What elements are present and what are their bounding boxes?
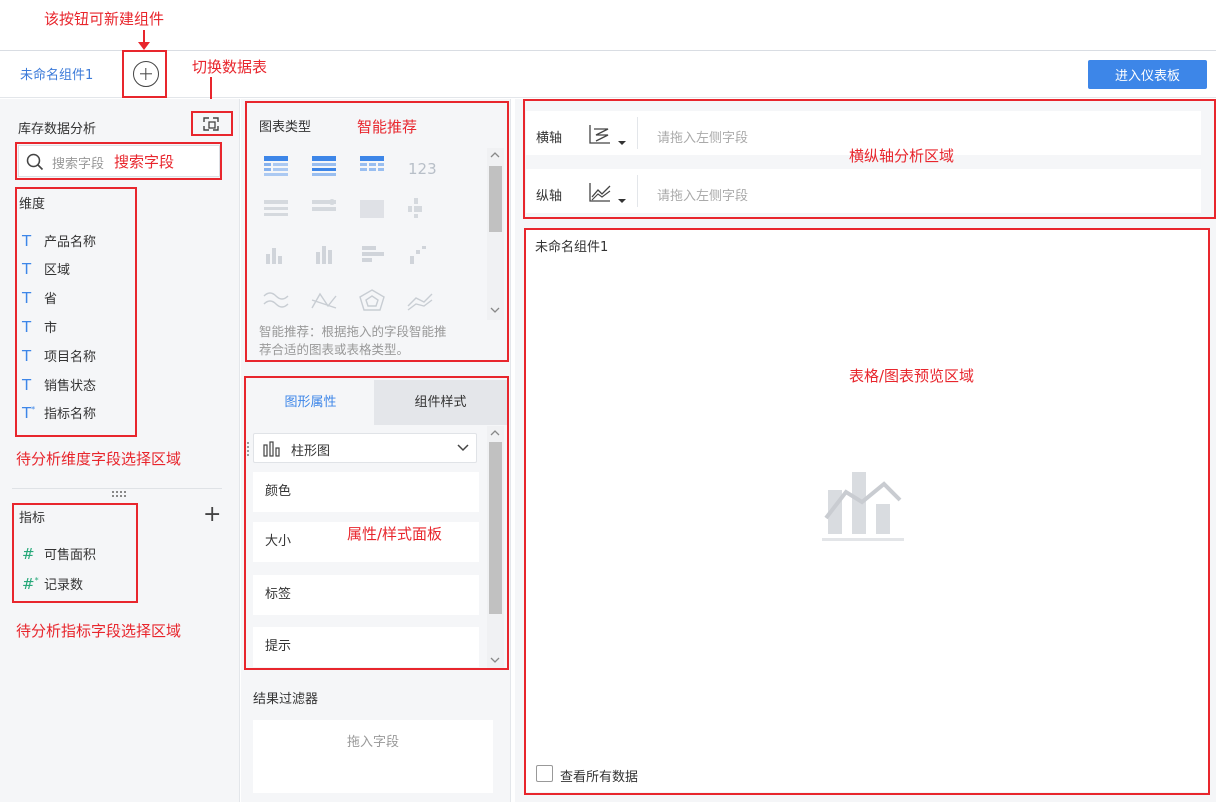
annotation-property-panel: 属性/样式面板 xyxy=(347,525,443,543)
highlight-switch-table xyxy=(191,111,233,136)
highlight-smart-recommend xyxy=(245,101,509,362)
add-metric-icon[interactable]: + xyxy=(203,504,221,526)
enter-dashboard-button[interactable]: 进入仪表板 xyxy=(1088,60,1207,89)
divider xyxy=(12,488,222,489)
tab-bar xyxy=(0,50,1216,98)
annotation-search: 搜索字段 xyxy=(114,153,175,171)
annotation-preview-area: 表格/图表预览区域 xyxy=(849,367,975,385)
annotation-axis-area: 横纵轴分析区域 xyxy=(849,147,955,165)
filter-drop-zone[interactable]: 拖入字段 xyxy=(253,720,493,793)
resize-handle-icon[interactable] xyxy=(112,491,126,497)
dataset-title: 库存数据分析 xyxy=(18,122,97,137)
tab-component-1[interactable]: 未命名组件1 xyxy=(20,64,93,83)
highlight-dimension-area xyxy=(15,187,137,437)
highlight-new-component xyxy=(122,50,167,98)
annotation-switch-table: 切换数据表 xyxy=(192,58,268,76)
highlight-preview-area xyxy=(524,228,1210,795)
result-filter-title: 结果过滤器 xyxy=(253,692,319,707)
annotation-metric-area: 待分析指标字段选择区域 xyxy=(16,622,182,640)
annotation-dimension-area: 待分析维度字段选择区域 xyxy=(16,450,182,468)
annotation-new-component: 该按钮可新建组件 xyxy=(44,10,165,28)
highlight-metric-area xyxy=(12,503,138,603)
annotation-arrow xyxy=(138,30,150,50)
